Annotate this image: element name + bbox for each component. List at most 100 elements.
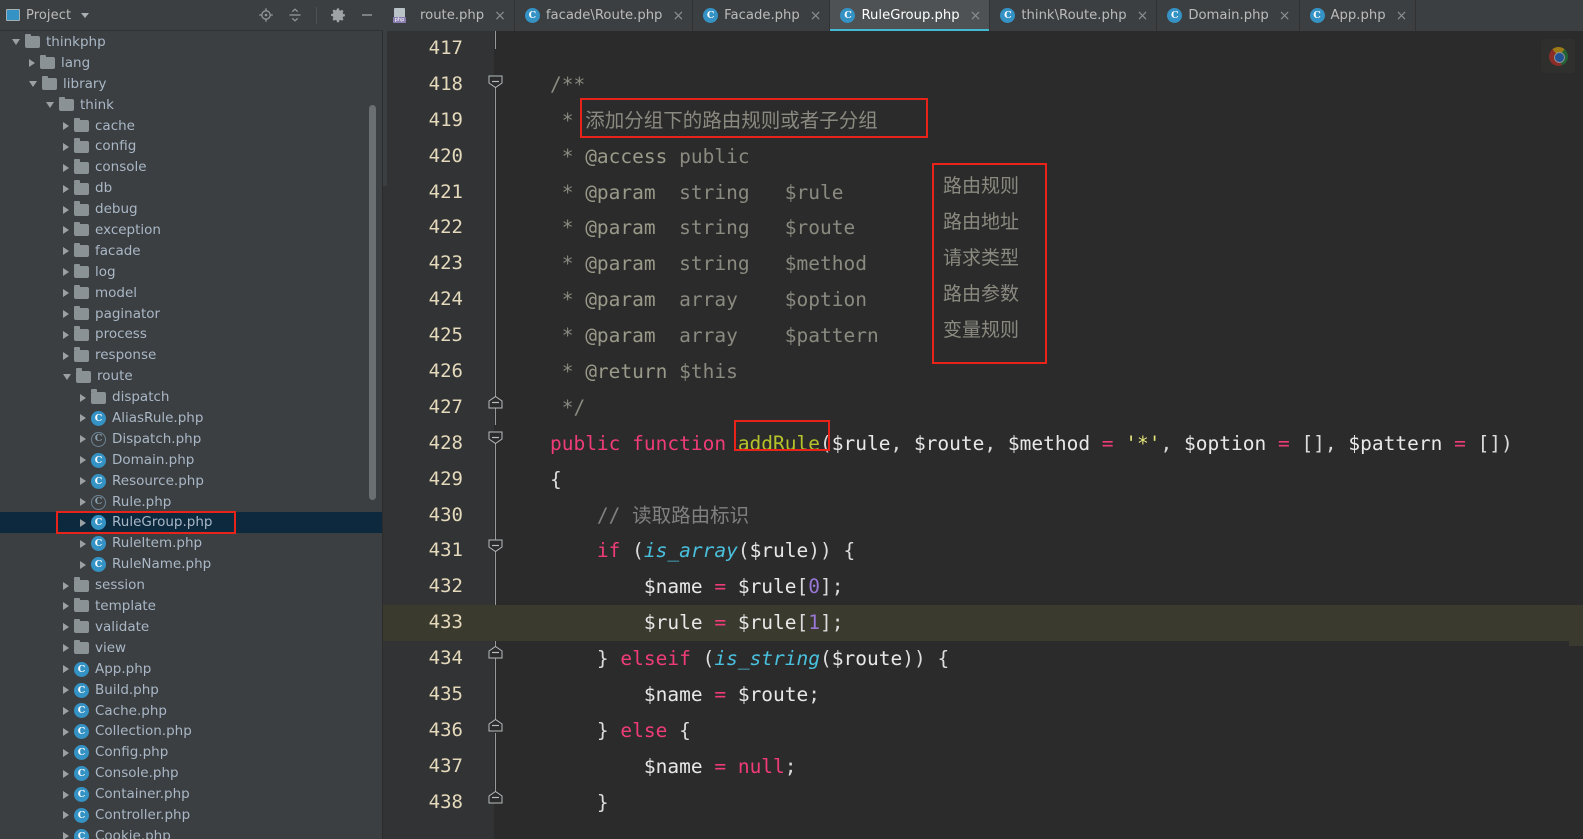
chevron-right-icon[interactable]: [63, 351, 69, 360]
chevron-right-icon[interactable]: [63, 142, 69, 151]
tree-item-session[interactable]: session: [0, 575, 383, 596]
tree-item-model[interactable]: model: [0, 283, 383, 304]
chevron-right-icon[interactable]: [63, 289, 69, 298]
editor-body[interactable]: 417 418 /** 419 * 添加分组下的路由规则或者子分组 420 * @ac…: [383, 31, 1583, 839]
tree-item-view[interactable]: view: [0, 638, 383, 659]
close-icon[interactable]: ×: [1279, 9, 1291, 23]
close-icon[interactable]: ×: [1396, 9, 1408, 23]
tree-item-app-php[interactable]: C App.php: [0, 659, 383, 680]
code-line-432[interactable]: 432 $name = $rule[0];: [383, 569, 1583, 605]
chevron-down-icon[interactable]: [46, 102, 54, 109]
tree-item-aliasrule-php[interactable]: C AliasRule.php: [0, 408, 383, 429]
locate-target-icon[interactable]: [258, 7, 274, 23]
chevron-down-icon[interactable]: [12, 39, 20, 46]
tree-item-domain-php[interactable]: C Domain.php: [0, 450, 383, 471]
code-line-430[interactable]: 430 // 读取路由标识: [383, 498, 1583, 534]
code-line-427[interactable]: 427 */: [383, 390, 1583, 426]
sidebar-scrollbar[interactable]: [369, 105, 376, 500]
code-line-418[interactable]: 418 /**: [383, 67, 1583, 103]
chevron-right-icon[interactable]: [63, 581, 69, 590]
chevron-right-icon[interactable]: [63, 268, 69, 277]
gear-icon[interactable]: [330, 7, 346, 23]
code-line-431[interactable]: 431 if (is_array($rule)) {: [383, 533, 1583, 569]
tree-item-debug[interactable]: debug: [0, 199, 383, 220]
tree-item-route[interactable]: route: [0, 366, 383, 387]
tree-item-build-php[interactable]: C Build.php: [0, 680, 383, 701]
tree-item-dispatch[interactable]: dispatch: [0, 387, 383, 408]
chevron-right-icon[interactable]: [63, 686, 69, 695]
chevron-right-icon[interactable]: [29, 59, 35, 68]
code-line-437[interactable]: 437 $name = null;: [383, 749, 1583, 785]
chevron-right-icon[interactable]: [80, 539, 86, 548]
project-panel-title-group[interactable]: Project: [6, 8, 90, 23]
close-icon[interactable]: ×: [672, 9, 684, 23]
chevron-right-icon[interactable]: [80, 435, 86, 444]
project-file-tree[interactable]: thinkphp lang library think cache config conso…: [0, 31, 383, 839]
tree-item-library[interactable]: library: [0, 74, 383, 95]
tree-item-log[interactable]: log: [0, 262, 383, 283]
tree-item-lang[interactable]: lang: [0, 53, 383, 74]
tree-item-exception[interactable]: exception: [0, 220, 383, 241]
tree-item-validate[interactable]: validate: [0, 617, 383, 638]
tree-item-config-php[interactable]: C Config.php: [0, 742, 383, 763]
code-line-436[interactable]: 436 } else {: [383, 713, 1583, 749]
chevron-right-icon[interactable]: [63, 184, 69, 193]
code-line-426[interactable]: 426 * @return $this: [383, 354, 1583, 390]
chrome-icon[interactable]: [1541, 39, 1575, 73]
chevron-right-icon[interactable]: [63, 832, 69, 839]
code-line-433[interactable]: 433 $rule = $rule[1];: [383, 605, 1583, 642]
code-line-417[interactable]: 417: [383, 31, 1583, 67]
editor-tab-rulegroup-php[interactable]: C RuleGroup.php ×: [830, 0, 991, 31]
chevron-right-icon[interactable]: [63, 727, 69, 736]
tree-item-config[interactable]: config: [0, 136, 383, 157]
tree-item-console[interactable]: console: [0, 157, 383, 178]
chevron-right-icon[interactable]: [63, 769, 69, 778]
code-line-419[interactable]: 419 * 添加分组下的路由规则或者子分组: [383, 103, 1583, 139]
close-icon[interactable]: ×: [970, 9, 982, 23]
code-line-438[interactable]: 438 }: [383, 785, 1583, 821]
chevron-right-icon[interactable]: [80, 498, 86, 507]
chevron-right-icon[interactable]: [63, 163, 69, 172]
tree-item-response[interactable]: response: [0, 345, 383, 366]
chevron-right-icon[interactable]: [63, 623, 69, 632]
tree-item-paginator[interactable]: paginator: [0, 304, 383, 325]
code-line-429[interactable]: 429 {: [383, 462, 1583, 498]
chevron-down-icon[interactable]: [29, 81, 37, 88]
editor-tab-think-route-php[interactable]: Cthink\Route.php ×: [990, 0, 1158, 31]
tree-item-rule-php[interactable]: C Rule.php: [0, 492, 383, 513]
chevron-right-icon[interactable]: [63, 122, 69, 130]
tree-item-facade[interactable]: facade: [0, 241, 383, 262]
collapse-all-icon[interactable]: [287, 7, 303, 23]
editor-tab-bar[interactable]: php route.php × Cfacade\Route.php × C Facade.p…: [383, 0, 1583, 31]
chevron-right-icon[interactable]: [80, 477, 86, 486]
editor-tab-domain-php[interactable]: C Domain.php ×: [1157, 0, 1300, 31]
editor-tab-facade-php[interactable]: C Facade.php ×: [693, 0, 831, 31]
tree-item-controller-php[interactable]: C Controller.php: [0, 805, 383, 826]
chevron-right-icon[interactable]: [63, 247, 69, 256]
tree-item-process[interactable]: process: [0, 324, 383, 345]
tree-item-rulename-php[interactable]: C RuleName.php: [0, 554, 383, 575]
chevron-down-icon[interactable]: [63, 373, 71, 380]
chevron-right-icon[interactable]: [80, 518, 86, 527]
chevron-right-icon[interactable]: [63, 706, 69, 715]
chevron-right-icon[interactable]: [80, 560, 86, 569]
code-line-435[interactable]: 435 $name = $route;: [383, 677, 1583, 713]
tree-item-think[interactable]: think: [0, 95, 383, 116]
chevron-right-icon[interactable]: [63, 330, 69, 339]
chevron-right-icon[interactable]: [63, 665, 69, 674]
tree-item-collection-php[interactable]: C Collection.php: [0, 721, 383, 742]
tree-item-console-php[interactable]: C Console.php: [0, 763, 383, 784]
tree-item-container-php[interactable]: C Container.php: [0, 784, 383, 805]
tree-item-resource-php[interactable]: C Resource.php: [0, 471, 383, 492]
tree-item-rulegroup-php[interactable]: C RuleGroup.php: [0, 512, 383, 534]
chevron-right-icon[interactable]: [63, 748, 69, 757]
chevron-right-icon[interactable]: [63, 602, 69, 611]
tree-item-cookie-php[interactable]: C Cookie.php: [0, 826, 383, 839]
chevron-right-icon[interactable]: [63, 811, 69, 820]
chevron-right-icon[interactable]: [80, 393, 86, 402]
chevron-right-icon[interactable]: [63, 644, 69, 653]
chevron-right-icon[interactable]: [63, 310, 69, 319]
chevron-right-icon[interactable]: [63, 790, 69, 799]
chevron-right-icon[interactable]: [80, 414, 86, 423]
editor-tab-route-php[interactable]: php route.php ×: [383, 0, 515, 31]
